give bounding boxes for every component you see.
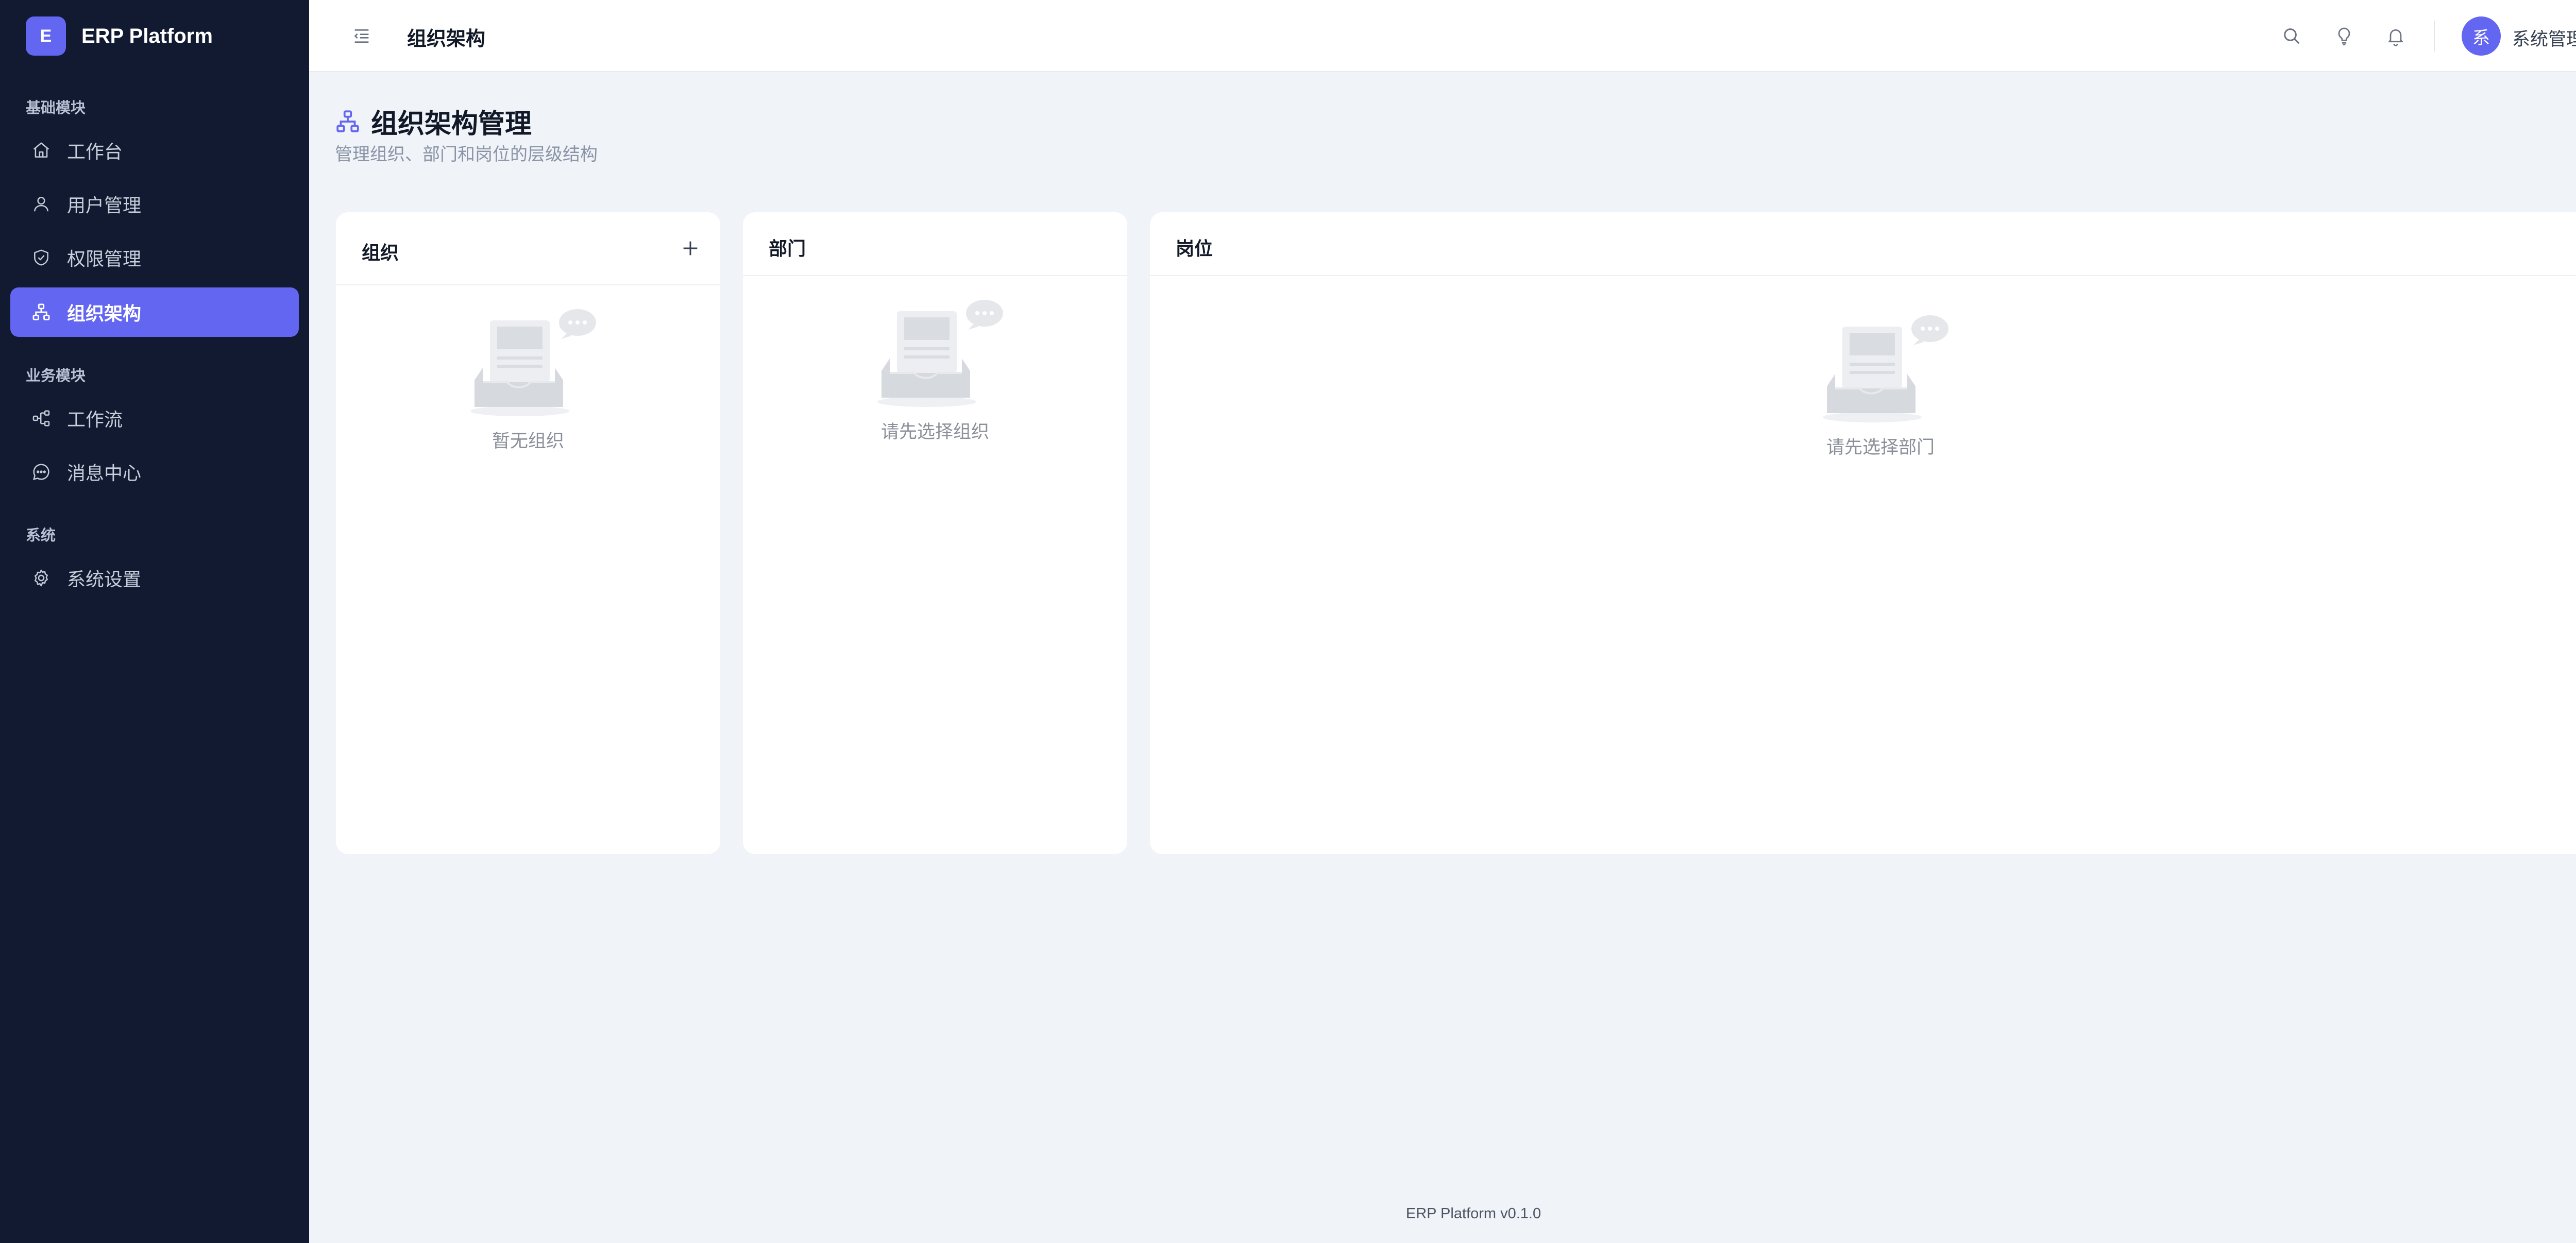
app-name: ERP Platform xyxy=(81,24,213,47)
home-icon xyxy=(31,140,52,161)
sidebar-item-users[interactable]: 用户管理 xyxy=(10,179,299,229)
position-empty-text: 请先选择部门 xyxy=(1826,437,1935,457)
department-empty-text: 请先选择组织 xyxy=(880,422,989,442)
shield-icon xyxy=(31,247,52,268)
sidebar-item-label: 工作流 xyxy=(67,409,123,430)
workflow-icon xyxy=(31,408,52,429)
nav-section-business: 业务模块 xyxy=(26,368,86,384)
bell-icon[interactable] xyxy=(2382,23,2409,49)
brand[interactable]: E ERP Platform xyxy=(26,16,213,56)
avatar[interactable]: 系 xyxy=(2462,16,2501,56)
sidebar-item-dashboard[interactable]: 工作台 xyxy=(10,126,299,175)
department-panel-header: 部门 xyxy=(743,212,1127,276)
sidebar-item-label: 组织架构 xyxy=(67,303,142,324)
position-panel-title: 岗位 xyxy=(1176,238,1213,259)
sidebar-item-label: 用户管理 xyxy=(67,195,142,216)
app-logo: E xyxy=(26,16,66,56)
organization-panel-title: 组织 xyxy=(362,242,399,263)
organization-empty-state: 暂无组织 xyxy=(336,300,720,453)
plus-icon[interactable] xyxy=(678,236,703,261)
sidebar-item-messages[interactable]: 消息中心 xyxy=(10,447,299,497)
position-panel-header: 岗位 xyxy=(1150,212,2576,276)
footer-version: ERP Platform v0.1.0 xyxy=(1405,1205,1541,1222)
top-header: 组织架构 系 系统管理员 xyxy=(309,0,2576,72)
empty-inbox-icon xyxy=(877,300,1003,407)
sidebar-item-settings[interactable]: 系统设置 xyxy=(10,553,299,603)
nav-section-basic: 基础模块 xyxy=(26,100,86,116)
organization-panel: 组织 暂无组织 xyxy=(336,212,720,854)
position-empty-state: 请先选择部门 xyxy=(1150,306,2576,459)
user-icon xyxy=(31,194,52,214)
lightbulb-icon[interactable] xyxy=(2331,23,2358,49)
org-chart-icon xyxy=(31,302,52,322)
search-icon[interactable] xyxy=(2278,23,2305,49)
page-subtitle: 管理组织、部门和岗位的层级结构 xyxy=(335,145,598,164)
department-panel: 部门 请先选择组织 xyxy=(743,212,1127,854)
sidebar-item-label: 系统设置 xyxy=(67,569,142,590)
department-empty-state: 请先选择组织 xyxy=(743,291,1127,444)
sidebar-item-label: 消息中心 xyxy=(67,463,142,484)
sidebar: E ERP Platform 基础模块 工作台 用户管理 权限管理 组织架构 业… xyxy=(0,0,309,1243)
sidebar-item-label: 权限管理 xyxy=(67,248,142,269)
sidebar-item-permissions[interactable]: 权限管理 xyxy=(10,233,299,282)
position-panel: 岗位 请先选择部门 xyxy=(1150,212,2576,854)
header-title: 组织架构 xyxy=(407,28,486,50)
empty-inbox-icon xyxy=(470,309,596,416)
message-icon xyxy=(31,462,52,482)
empty-inbox-icon xyxy=(1823,315,1948,422)
menu-collapse-icon[interactable] xyxy=(350,25,373,47)
page-title: 组织架构管理 xyxy=(371,109,532,139)
org-chart-icon xyxy=(335,109,361,134)
organization-empty-text: 暂无组织 xyxy=(492,431,564,451)
sidebar-item-workflow[interactable]: 工作流 xyxy=(10,394,299,443)
gear-icon xyxy=(31,568,52,588)
department-panel-title: 部门 xyxy=(769,238,806,259)
nav-section-system: 系统 xyxy=(26,527,56,544)
sidebar-item-label: 工作台 xyxy=(67,141,123,162)
organization-panel-header: 组织 xyxy=(336,212,720,285)
user-name[interactable]: 系统管理员 xyxy=(2512,25,2576,51)
sidebar-item-organization[interactable]: 组织架构 xyxy=(10,287,299,337)
page-heading: 组织架构管理 xyxy=(335,102,532,141)
header-divider xyxy=(2434,21,2435,52)
